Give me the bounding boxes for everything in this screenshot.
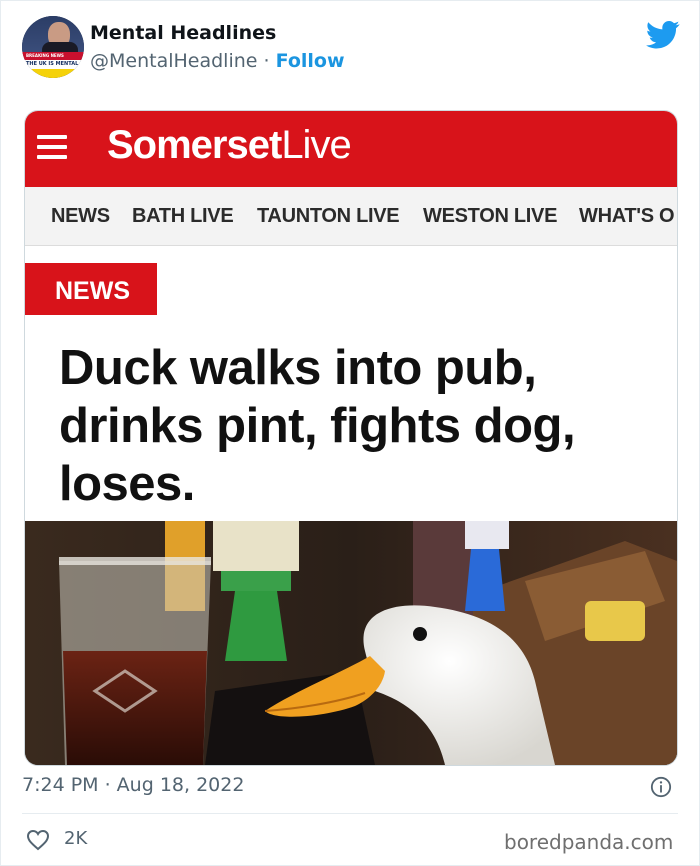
section-tag-label: NEWS bbox=[55, 277, 130, 305]
author-name[interactable]: Mental Headlines bbox=[90, 22, 276, 44]
avatar-label-uk: THE UK IS MENTAL bbox=[26, 61, 79, 67]
site-header-bar: SomersetLive bbox=[25, 111, 677, 187]
divider bbox=[22, 813, 678, 814]
like-count[interactable]: 2K bbox=[64, 828, 87, 849]
nav-item-weston-live[interactable]: WESTON LIVE bbox=[423, 205, 557, 228]
info-icon[interactable] bbox=[650, 776, 672, 798]
nav-item-news[interactable]: NEWS bbox=[51, 205, 110, 228]
tweet-header: BREAKING NEWS THE UK IS MENTAL Mental He… bbox=[22, 16, 682, 80]
nav-item-bath-live[interactable]: BATH LIVE bbox=[132, 205, 234, 228]
duck-pub-photo bbox=[25, 521, 677, 765]
logo-live: Live bbox=[281, 123, 351, 167]
twitter-bird-icon[interactable] bbox=[646, 20, 680, 50]
boredpanda-watermark: boredpanda.com bbox=[504, 830, 674, 854]
nav-item-taunton-live[interactable]: TAUNTON LIVE bbox=[257, 205, 400, 228]
hamburger-menu-icon[interactable] bbox=[37, 135, 67, 161]
logo-somerset: Somerset bbox=[107, 123, 282, 167]
article-screenshot[interactable]: SomersetLive NEWS BATH LIVE TAUNTON LIVE… bbox=[24, 110, 678, 766]
site-nav: NEWS BATH LIVE TAUNTON LIVE WESTON LIVE … bbox=[25, 187, 677, 246]
section-tag[interactable]: NEWS bbox=[25, 263, 157, 315]
heart-icon[interactable] bbox=[26, 829, 50, 851]
handle-separator: · bbox=[263, 50, 270, 72]
site-logo[interactable]: SomersetLive bbox=[107, 123, 352, 168]
author-handle[interactable]: @MentalHeadline bbox=[90, 50, 257, 72]
avatar[interactable]: BREAKING NEWS THE UK IS MENTAL bbox=[22, 16, 84, 78]
article-headline: Duck walks into pub, drinks pint, fights… bbox=[59, 341, 576, 511]
follow-button[interactable]: Follow bbox=[276, 50, 345, 72]
nav-item-whats-on[interactable]: WHAT'S O bbox=[579, 205, 675, 228]
tweet-timestamp[interactable]: 7:24 PM · Aug 18, 2022 bbox=[22, 774, 244, 796]
avatar-label-breaking: BREAKING NEWS bbox=[26, 53, 64, 58]
handle-line: @MentalHeadline · Follow bbox=[90, 50, 345, 72]
